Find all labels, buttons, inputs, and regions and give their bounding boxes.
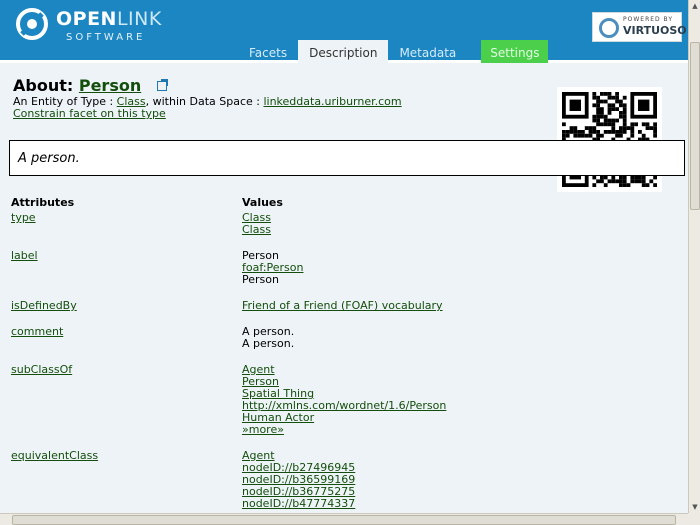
table-row: type Class Class (11, 212, 671, 236)
attribute-link[interactable]: comment (11, 325, 63, 338)
value-link[interactable]: Friend of a Friend (FOAF) vocabulary (242, 299, 443, 312)
main-content: About: Person An Entity of Type : Class,… (0, 66, 688, 513)
about-title-link[interactable]: Person (79, 76, 141, 95)
attribute-table: Attributes Values type Class Class label Per… (11, 196, 671, 524)
external-link-icon[interactable] (156, 79, 168, 91)
table-header: Attributes Values (11, 196, 671, 209)
logo-wordmark: OPENLINK (56, 8, 162, 30)
virtuoso-text: VIRTUOSO (623, 24, 687, 37)
table-row: comment A person. A person. (11, 326, 671, 350)
table-row: isDefinedBy Friend of a Friend (FOAF) voc… (11, 300, 671, 312)
value-text: A person. (242, 337, 295, 350)
openlink-logo[interactable]: OPENLINK SOFTWARE (12, 6, 162, 46)
attribute-link[interactable]: equivalentClass (11, 449, 98, 462)
table-row: label Person foaf:Person Person (11, 250, 671, 286)
scroll-down-icon[interactable]: ▼ (690, 502, 700, 512)
tab-facets[interactable]: Facets (238, 40, 298, 63)
horizontal-scroll-thumb[interactable] (12, 515, 676, 525)
description-box: A person. (9, 140, 685, 176)
value-text: Person (242, 273, 279, 286)
attribute-link[interactable]: label (11, 249, 38, 262)
virtuoso-logo-icon (599, 18, 619, 38)
virtuoso-badge[interactable]: POWERED BY VIRTUOSO (592, 12, 687, 42)
page-title: About: Person (13, 76, 168, 95)
horizontal-scrollbar[interactable] (0, 513, 688, 525)
value-link[interactable]: nodeID://b47774337 (242, 497, 355, 510)
header-bar: OPENLINK SOFTWARE POWERED BY VIRTUOSO Fa… (0, 0, 688, 66)
logo-subtitle: SOFTWARE (66, 32, 146, 43)
attribute-link[interactable]: type (11, 211, 36, 224)
table-row: subClassOf Agent Person Spatial Thing http:/… (11, 364, 671, 436)
table-row: equivalentClass Agent nodeID://b27496945 no… (11, 450, 671, 510)
attribute-link[interactable]: subClassOf (11, 363, 72, 376)
about-prefix: About: (13, 76, 74, 95)
constrain-facet-link[interactable]: Constrain facet on this type (13, 107, 166, 120)
attributes-column-header: Attributes (11, 196, 75, 209)
values-column-header: Values (242, 196, 283, 209)
vertical-scrollbar[interactable]: ▲ ▼ (688, 0, 700, 513)
value-link[interactable]: »more» (242, 423, 284, 436)
tab-metadata[interactable]: Metadata (388, 40, 467, 63)
dataspace-link[interactable]: linkeddata.uriburner.com (263, 95, 401, 108)
tab-settings[interactable]: Settings (481, 40, 549, 63)
tab-bar: Facets Description Metadata Settings (238, 40, 549, 66)
openlink-logo-icon (16, 8, 48, 40)
scrollbar-corner (688, 513, 700, 525)
attribute-link[interactable]: isDefinedBy (11, 299, 77, 312)
scroll-up-icon[interactable]: ▲ (690, 1, 700, 11)
vertical-scroll-thumb[interactable] (690, 42, 700, 210)
constrain-facet-label[interactable]: Constrain facet on this type (13, 107, 166, 120)
value-link[interactable]: Class (242, 223, 271, 236)
tab-description[interactable]: Description (298, 40, 389, 66)
powered-by-text: POWERED BY (623, 16, 674, 23)
